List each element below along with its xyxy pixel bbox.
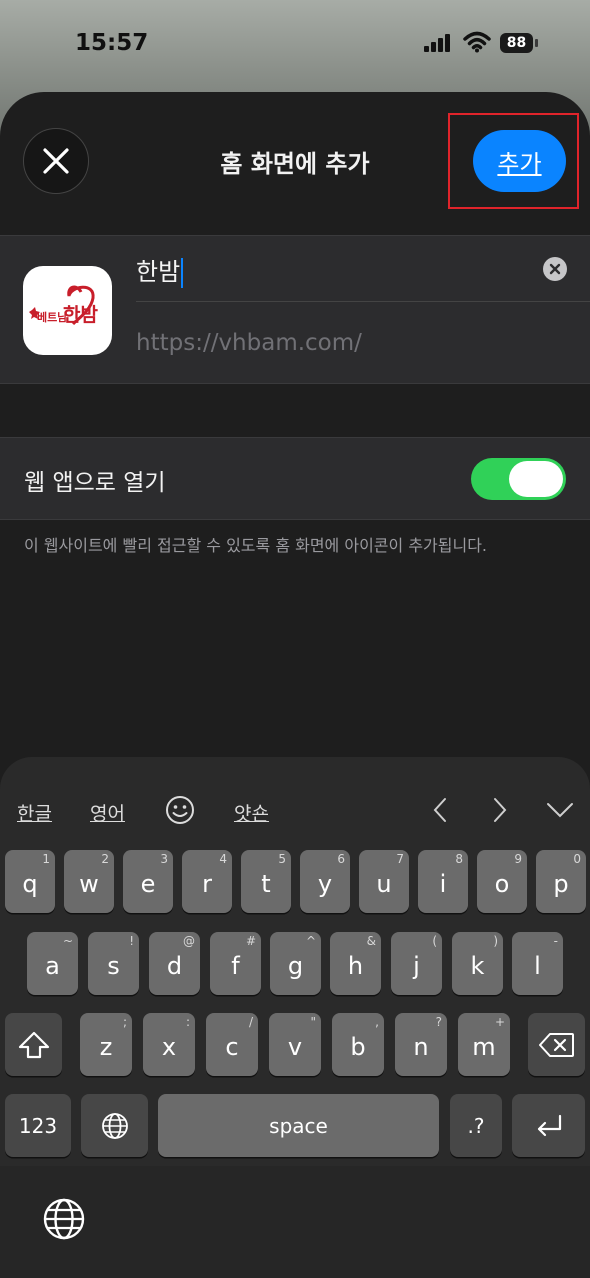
battery-tip	[535, 39, 538, 47]
keyboard: 한글 영어 얏숀 1q 2w 3e 4r 5t 6y 7u 8i 9o 0p ~…	[0, 757, 590, 1278]
punctuation-key[interactable]: .?	[450, 1094, 502, 1157]
cellular-signal-icon	[424, 34, 450, 52]
globe-key[interactable]	[81, 1094, 148, 1157]
text-cursor	[181, 258, 184, 288]
divider	[136, 301, 590, 302]
wifi-icon	[463, 31, 491, 53]
url-text: https://vhbam.com/	[136, 330, 362, 356]
name-input[interactable]: 한밤	[136, 252, 184, 288]
keyboard-bottom-bar	[0, 1166, 590, 1278]
key-q[interactable]: 1q	[5, 850, 55, 913]
numbers-key[interactable]: 123	[5, 1094, 71, 1157]
chevron-right-icon[interactable]	[490, 795, 510, 825]
key-h[interactable]: & h	[330, 932, 381, 995]
key-m[interactable]: + m	[458, 1013, 510, 1076]
status-time: 15:57	[75, 30, 149, 56]
space-key[interactable]: space	[158, 1094, 439, 1157]
emoji-icon[interactable]	[165, 795, 195, 825]
key-n[interactable]: ? n	[395, 1013, 447, 1076]
globe-switch-icon[interactable]	[42, 1197, 86, 1241]
return-key[interactable]	[512, 1094, 585, 1157]
chevron-left-icon[interactable]	[430, 795, 450, 825]
suggestion-word[interactable]: 얏숀	[234, 799, 269, 826]
key-g[interactable]: ^ g	[270, 932, 321, 995]
chevron-down-icon[interactable]	[546, 801, 574, 819]
battery-icon: 88	[500, 33, 533, 53]
key-x[interactable]: :x	[143, 1013, 195, 1076]
key-l[interactable]: -l	[512, 932, 563, 995]
key-d[interactable]: @ d	[149, 932, 200, 995]
key-p[interactable]: 0p	[536, 850, 586, 913]
battery-level: 88	[506, 35, 527, 51]
key-s[interactable]: ! s	[88, 932, 139, 995]
shift-icon	[18, 1031, 49, 1058]
key-t[interactable]: 5t	[241, 850, 291, 913]
web-app-toggle-row: 웹 앱으로 열기	[0, 437, 590, 520]
key-k[interactable]: ) k	[452, 932, 503, 995]
bookmark-info-card: 베트남 한밤 한밤 https://vhbam.com/	[0, 235, 590, 384]
key-j[interactable]: (j	[391, 932, 442, 995]
key-v[interactable]: " v	[269, 1013, 321, 1076]
suggestion-hangul[interactable]: 한글	[17, 799, 52, 826]
toggle-knob	[509, 461, 563, 497]
return-icon	[537, 1114, 561, 1136]
key-y[interactable]: 6y	[300, 850, 350, 913]
footnote: 이 웹사이트에 빨리 접근할 수 있도록 홈 화면에 아이콘이 추가됩니다.	[24, 536, 488, 555]
key-a[interactable]: ~ a	[27, 932, 78, 995]
clear-text-button[interactable]	[543, 257, 567, 281]
logo-big-text: 한밤	[63, 304, 98, 326]
key-e[interactable]: 3e	[123, 850, 173, 913]
globe-icon	[101, 1112, 128, 1139]
key-c[interactable]: / c	[206, 1013, 258, 1076]
toggle-label: 웹 앱으로 열기	[24, 470, 166, 496]
key-f[interactable]: # f	[210, 932, 261, 995]
key-o[interactable]: 9o	[477, 850, 527, 913]
clear-icon	[549, 263, 561, 275]
key-i[interactable]: 8i	[418, 850, 468, 913]
key-z[interactable]: ; z	[80, 1013, 132, 1076]
suggestion-english[interactable]: 영어	[90, 799, 125, 826]
backspace-key[interactable]	[528, 1013, 585, 1076]
name-value: 한밤	[136, 258, 181, 286]
key-b[interactable]: ,b	[332, 1013, 384, 1076]
logo-icon: 베트남 한밤	[29, 285, 98, 326]
shift-key[interactable]	[5, 1013, 62, 1076]
key-u[interactable]: 7u	[359, 850, 409, 913]
key-w[interactable]: 2w	[64, 850, 114, 913]
add-button[interactable]: 추가	[473, 130, 566, 192]
backspace-icon	[538, 1032, 574, 1057]
key-r[interactable]: 4r	[182, 850, 232, 913]
web-app-toggle[interactable]	[471, 458, 566, 500]
app-icon: 베트남 한밤	[23, 266, 112, 355]
